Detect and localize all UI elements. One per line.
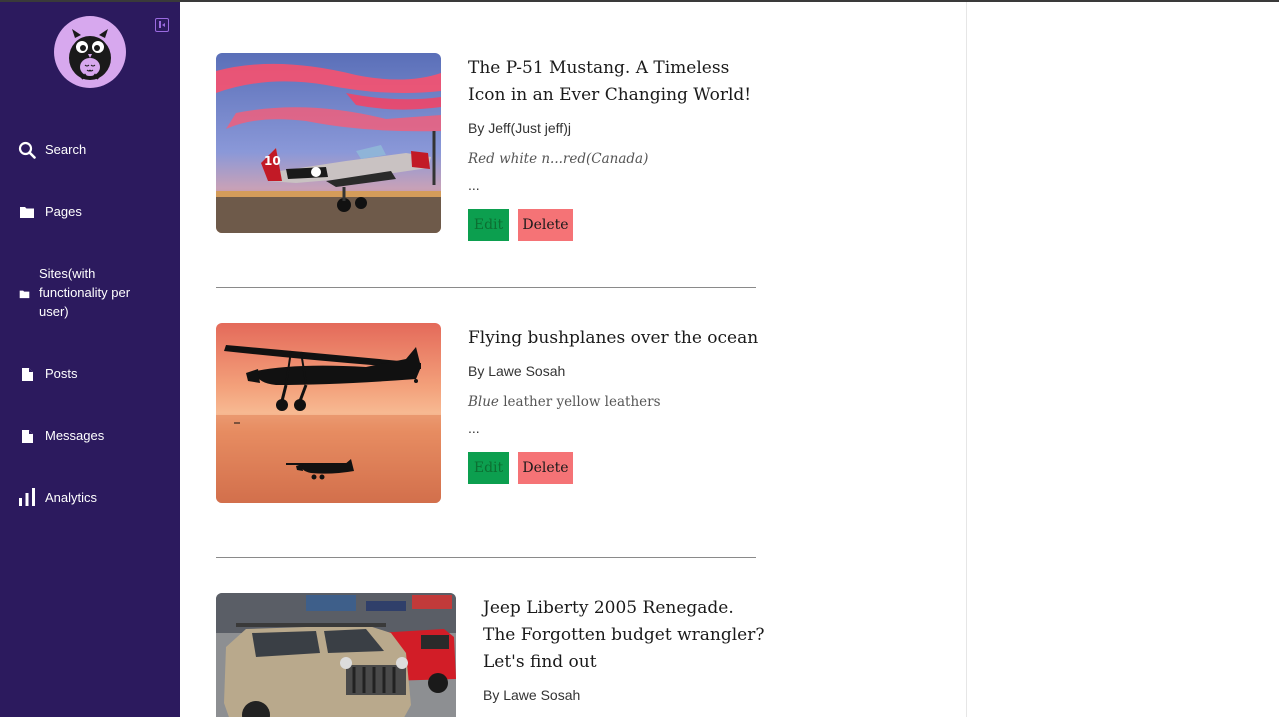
post-title[interactable]: Jeep Liberty 2005 Renegade. The Forgotte… <box>483 595 768 676</box>
owl-logo[interactable] <box>54 16 126 88</box>
sidebar-item-label: Messages <box>45 428 105 443</box>
list-item: 10 The P-51 Mustang. A Timeless Icon in … <box>216 53 766 243</box>
post-more: ... <box>468 420 480 436</box>
svg-text:10: 10 <box>264 154 281 168</box>
sidebar-item-sites[interactable]: Sites(with functionality per user) <box>0 264 180 324</box>
sidebar-item-posts[interactable]: Posts <box>0 362 180 386</box>
post-thumbnail[interactable] <box>216 323 441 503</box>
sidebar: Search Pages Sites(with functionality pe… <box>0 2 180 717</box>
delete-button[interactable]: Delete <box>518 452 573 484</box>
folder-icon <box>14 284 34 304</box>
post-thumbnail[interactable] <box>216 593 456 717</box>
edit-button[interactable]: Edit <box>468 209 509 241</box>
edit-button[interactable]: Edit <box>468 452 509 484</box>
sidebar-item-analytics[interactable]: Analytics <box>0 486 180 510</box>
list-item: Flying bushplanes over the ocean By Lawe… <box>216 323 766 513</box>
divider <box>216 557 756 558</box>
sidebar-item-label: Sites(with functionality per user) <box>39 266 131 319</box>
folder-icon <box>17 202 37 222</box>
divider <box>216 287 756 288</box>
sidebar-item-label: Analytics <box>45 490 98 505</box>
right-panel-divider <box>966 2 967 717</box>
post-title[interactable]: The P-51 Mustang. A Timeless Icon in an … <box>468 55 768 109</box>
post-thumbnail[interactable]: 10 <box>216 53 441 233</box>
post-excerpt-italic: Blue <box>468 394 499 410</box>
sidebar-item-label: Search <box>45 142 87 157</box>
post-more: ... <box>468 177 480 193</box>
bar-chart-icon <box>17 487 37 507</box>
sidebar-item-label: Pages <box>45 204 82 219</box>
sidebar-item-pages[interactable]: Pages <box>0 200 180 224</box>
delete-button[interactable]: Delete <box>518 209 573 241</box>
post-excerpt: Blue leather yellow leathers <box>468 394 661 410</box>
post-author: By Jeff(Just jeff)j <box>468 120 571 136</box>
search-icon <box>17 140 37 160</box>
post-excerpt: Red white n...red(Canada) <box>468 151 648 167</box>
sidebar-item-search[interactable]: Search <box>0 138 180 162</box>
post-excerpt-text: leather yellow leathers <box>498 394 661 410</box>
posts-list: 10 The P-51 Mustang. A Timeless Icon in … <box>180 2 966 717</box>
post-author: By Lawe Sosah <box>483 687 581 703</box>
document-icon <box>17 426 37 446</box>
collapse-sidebar-icon[interactable] <box>155 18 169 32</box>
post-excerpt-italic: Red white n...red(Canada) <box>468 151 649 167</box>
document-icon <box>17 364 37 384</box>
post-title[interactable]: Flying bushplanes over the ocean <box>468 325 768 352</box>
sidebar-item-messages[interactable]: Messages <box>0 424 180 448</box>
sidebar-item-label: Posts <box>45 366 78 381</box>
list-item: Jeep Liberty 2005 Renegade. The Forgotte… <box>216 593 766 717</box>
post-author: By Lawe Sosah <box>468 363 566 379</box>
